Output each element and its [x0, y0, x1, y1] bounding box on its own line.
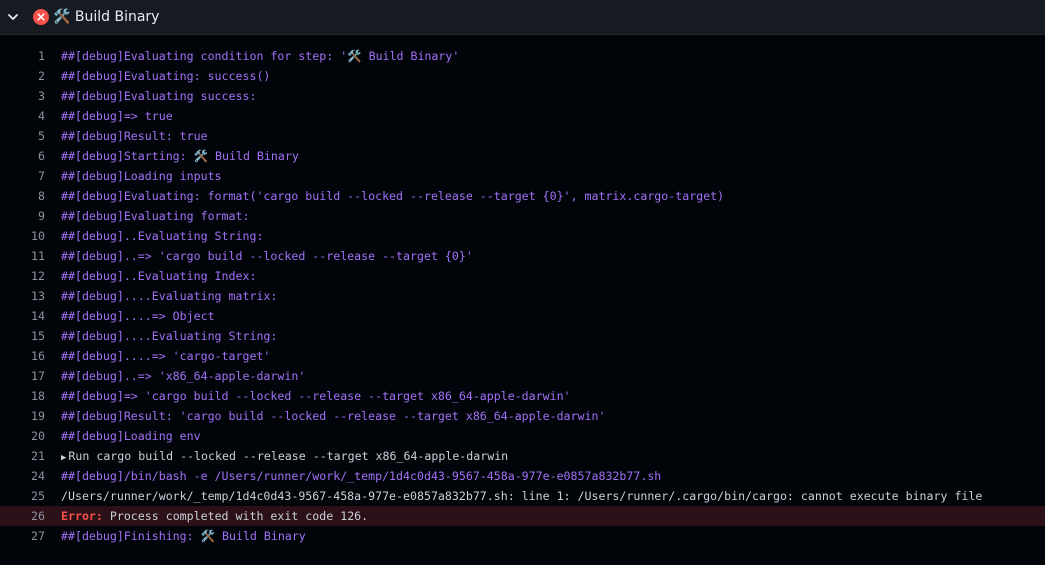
- log-text: ##[debug]....Evaluating String:: [61, 329, 278, 343]
- log-text: ##[debug]Evaluating condition for step: …: [61, 49, 460, 63]
- line-number[interactable]: 10: [0, 229, 45, 243]
- log-text: ##[debug]=> true: [61, 109, 173, 123]
- line-number[interactable]: 9: [0, 209, 45, 223]
- log-text: ##[debug]..Evaluating String:: [61, 229, 264, 243]
- line-number[interactable]: 4: [0, 109, 45, 123]
- line-number[interactable]: 15: [0, 329, 45, 343]
- step-title: 🛠️ Build Binary: [53, 9, 160, 25]
- line-number[interactable]: 11: [0, 249, 45, 263]
- log-text: ##[debug]....=> 'cargo-target': [61, 349, 271, 363]
- log-line: 15 ##[debug]....Evaluating String:: [0, 326, 1045, 346]
- log-output: 1 ##[debug]Evaluating condition for step:…: [0, 46, 1045, 546]
- log-text: ##[debug]/bin/bash -e /Users/runner/work…: [61, 469, 662, 483]
- log-line: 25/Users/runner/work/_temp/1d4c0d43-9567…: [0, 486, 1045, 506]
- log-text: ##[debug]Result: 'cargo build --locked -…: [61, 409, 606, 423]
- log-line: 13 ##[debug]....Evaluating matrix:: [0, 286, 1045, 306]
- step-header[interactable]: 🛠️ Build Binary: [0, 0, 1045, 35]
- line-number[interactable]: 16: [0, 349, 45, 363]
- log-line: 11 ##[debug]..=> 'cargo build --locked --…: [0, 246, 1045, 266]
- line-number[interactable]: 27: [0, 529, 45, 543]
- line-number[interactable]: 1: [0, 49, 45, 63]
- log-group-label: Run cargo build --locked --release --tar…: [68, 449, 509, 463]
- line-number[interactable]: 7: [0, 169, 45, 183]
- line-number[interactable]: 21: [0, 449, 45, 463]
- log-text: ##[debug]Evaluating: format('cargo build…: [61, 189, 725, 203]
- log-line: 16 ##[debug]....=> 'cargo-target': [0, 346, 1045, 366]
- log-text: ##[debug]Evaluating success:: [61, 89, 257, 103]
- log-text: ##[debug]Evaluating format:: [61, 209, 250, 223]
- log-text: ##[debug]....=> Object: [61, 309, 215, 323]
- log-line: 26 Error: Process completed with exit cod…: [0, 506, 1045, 526]
- log-text: ##[debug]=> 'cargo build --locked --rele…: [61, 389, 571, 403]
- log-line: 6 ##[debug]Starting: 🛠️ Build Binary: [0, 146, 1045, 166]
- log-line: 18 ##[debug]=> 'cargo build --locked --re…: [0, 386, 1045, 406]
- line-number[interactable]: 18: [0, 389, 45, 403]
- log-text: ##[debug]..Evaluating Index:: [61, 269, 257, 283]
- line-number[interactable]: 19: [0, 409, 45, 423]
- log-text: ##[debug]..=> 'cargo build --locked --re…: [61, 249, 473, 263]
- log-line: 10 ##[debug]..Evaluating String:: [0, 226, 1045, 246]
- log-line: 4 ##[debug]=> true: [0, 106, 1045, 126]
- log-line: 27 ##[debug]Finishing: 🛠️ Build Binary: [0, 526, 1045, 546]
- log-text: ##[debug]Result: true: [61, 129, 208, 143]
- line-number[interactable]: 17: [0, 369, 45, 383]
- line-number[interactable]: 26: [0, 509, 45, 523]
- line-number[interactable]: 14: [0, 309, 45, 323]
- log-line: 1 ##[debug]Evaluating condition for step:…: [0, 46, 1045, 66]
- log-text: ##[debug]Loading inputs: [61, 169, 222, 183]
- log-line: 20 ##[debug]Loading env: [0, 426, 1045, 446]
- log-line: 24 ##[debug]/bin/bash -e /Users/runner/wo…: [0, 466, 1045, 486]
- line-number[interactable]: 13: [0, 289, 45, 303]
- log-text: Error: Process completed with exit code …: [61, 509, 368, 523]
- line-number[interactable]: 8: [0, 189, 45, 203]
- log-line: 3 ##[debug]Evaluating success:: [0, 86, 1045, 106]
- failure-x-circle-icon: [33, 9, 49, 25]
- error-label: Error:: [61, 509, 103, 523]
- log-line: 5 ##[debug]Result: true: [0, 126, 1045, 146]
- log-line: 9 ##[debug]Evaluating format:: [0, 206, 1045, 226]
- log-line: 17 ##[debug]..=> 'x86_64-apple-darwin': [0, 366, 1045, 386]
- triangle-right-icon: ▶: [61, 453, 67, 463]
- line-number[interactable]: 12: [0, 269, 45, 283]
- line-number[interactable]: 2: [0, 69, 45, 83]
- log-line: 21 ▶ Run cargo build --locked --release --…: [0, 446, 1045, 466]
- line-number[interactable]: 20: [0, 429, 45, 443]
- log-text: ##[debug]Starting: 🛠️ Build Binary: [61, 149, 299, 163]
- log-text: /Users/runner/work/_temp/1d4c0d43-9567-4…: [61, 489, 983, 503]
- line-number[interactable]: 5: [0, 129, 45, 143]
- log-line: 14 ##[debug]....=> Object: [0, 306, 1045, 326]
- error-message: Process completed with exit code 126.: [102, 509, 369, 523]
- log-text: ##[debug]..=> 'x86_64-apple-darwin': [61, 369, 306, 383]
- log-line: 2 ##[debug]Evaluating: success(): [0, 66, 1045, 86]
- log-group-toggle[interactable]: ▶ Run cargo build --locked --release --ta…: [61, 449, 508, 463]
- line-number[interactable]: 25: [0, 489, 45, 503]
- log-text: ##[debug]Finishing: 🛠️ Build Binary: [61, 529, 306, 543]
- chevron-down-icon[interactable]: [6, 10, 20, 24]
- line-number[interactable]: 3: [0, 89, 45, 103]
- log-text: ##[debug]Evaluating: success(): [61, 69, 271, 83]
- log-line: 7 ##[debug]Loading inputs: [0, 166, 1045, 186]
- log-text: ##[debug]Loading env: [61, 429, 201, 443]
- log-line: 12 ##[debug]..Evaluating Index:: [0, 266, 1045, 286]
- log-text: ##[debug]....Evaluating matrix:: [61, 289, 278, 303]
- line-number[interactable]: 6: [0, 149, 45, 163]
- log-line: 19 ##[debug]Result: 'cargo build --locked…: [0, 406, 1045, 426]
- line-number[interactable]: 24: [0, 469, 45, 483]
- log-line: 8 ##[debug]Evaluating: format('cargo buil…: [0, 186, 1045, 206]
